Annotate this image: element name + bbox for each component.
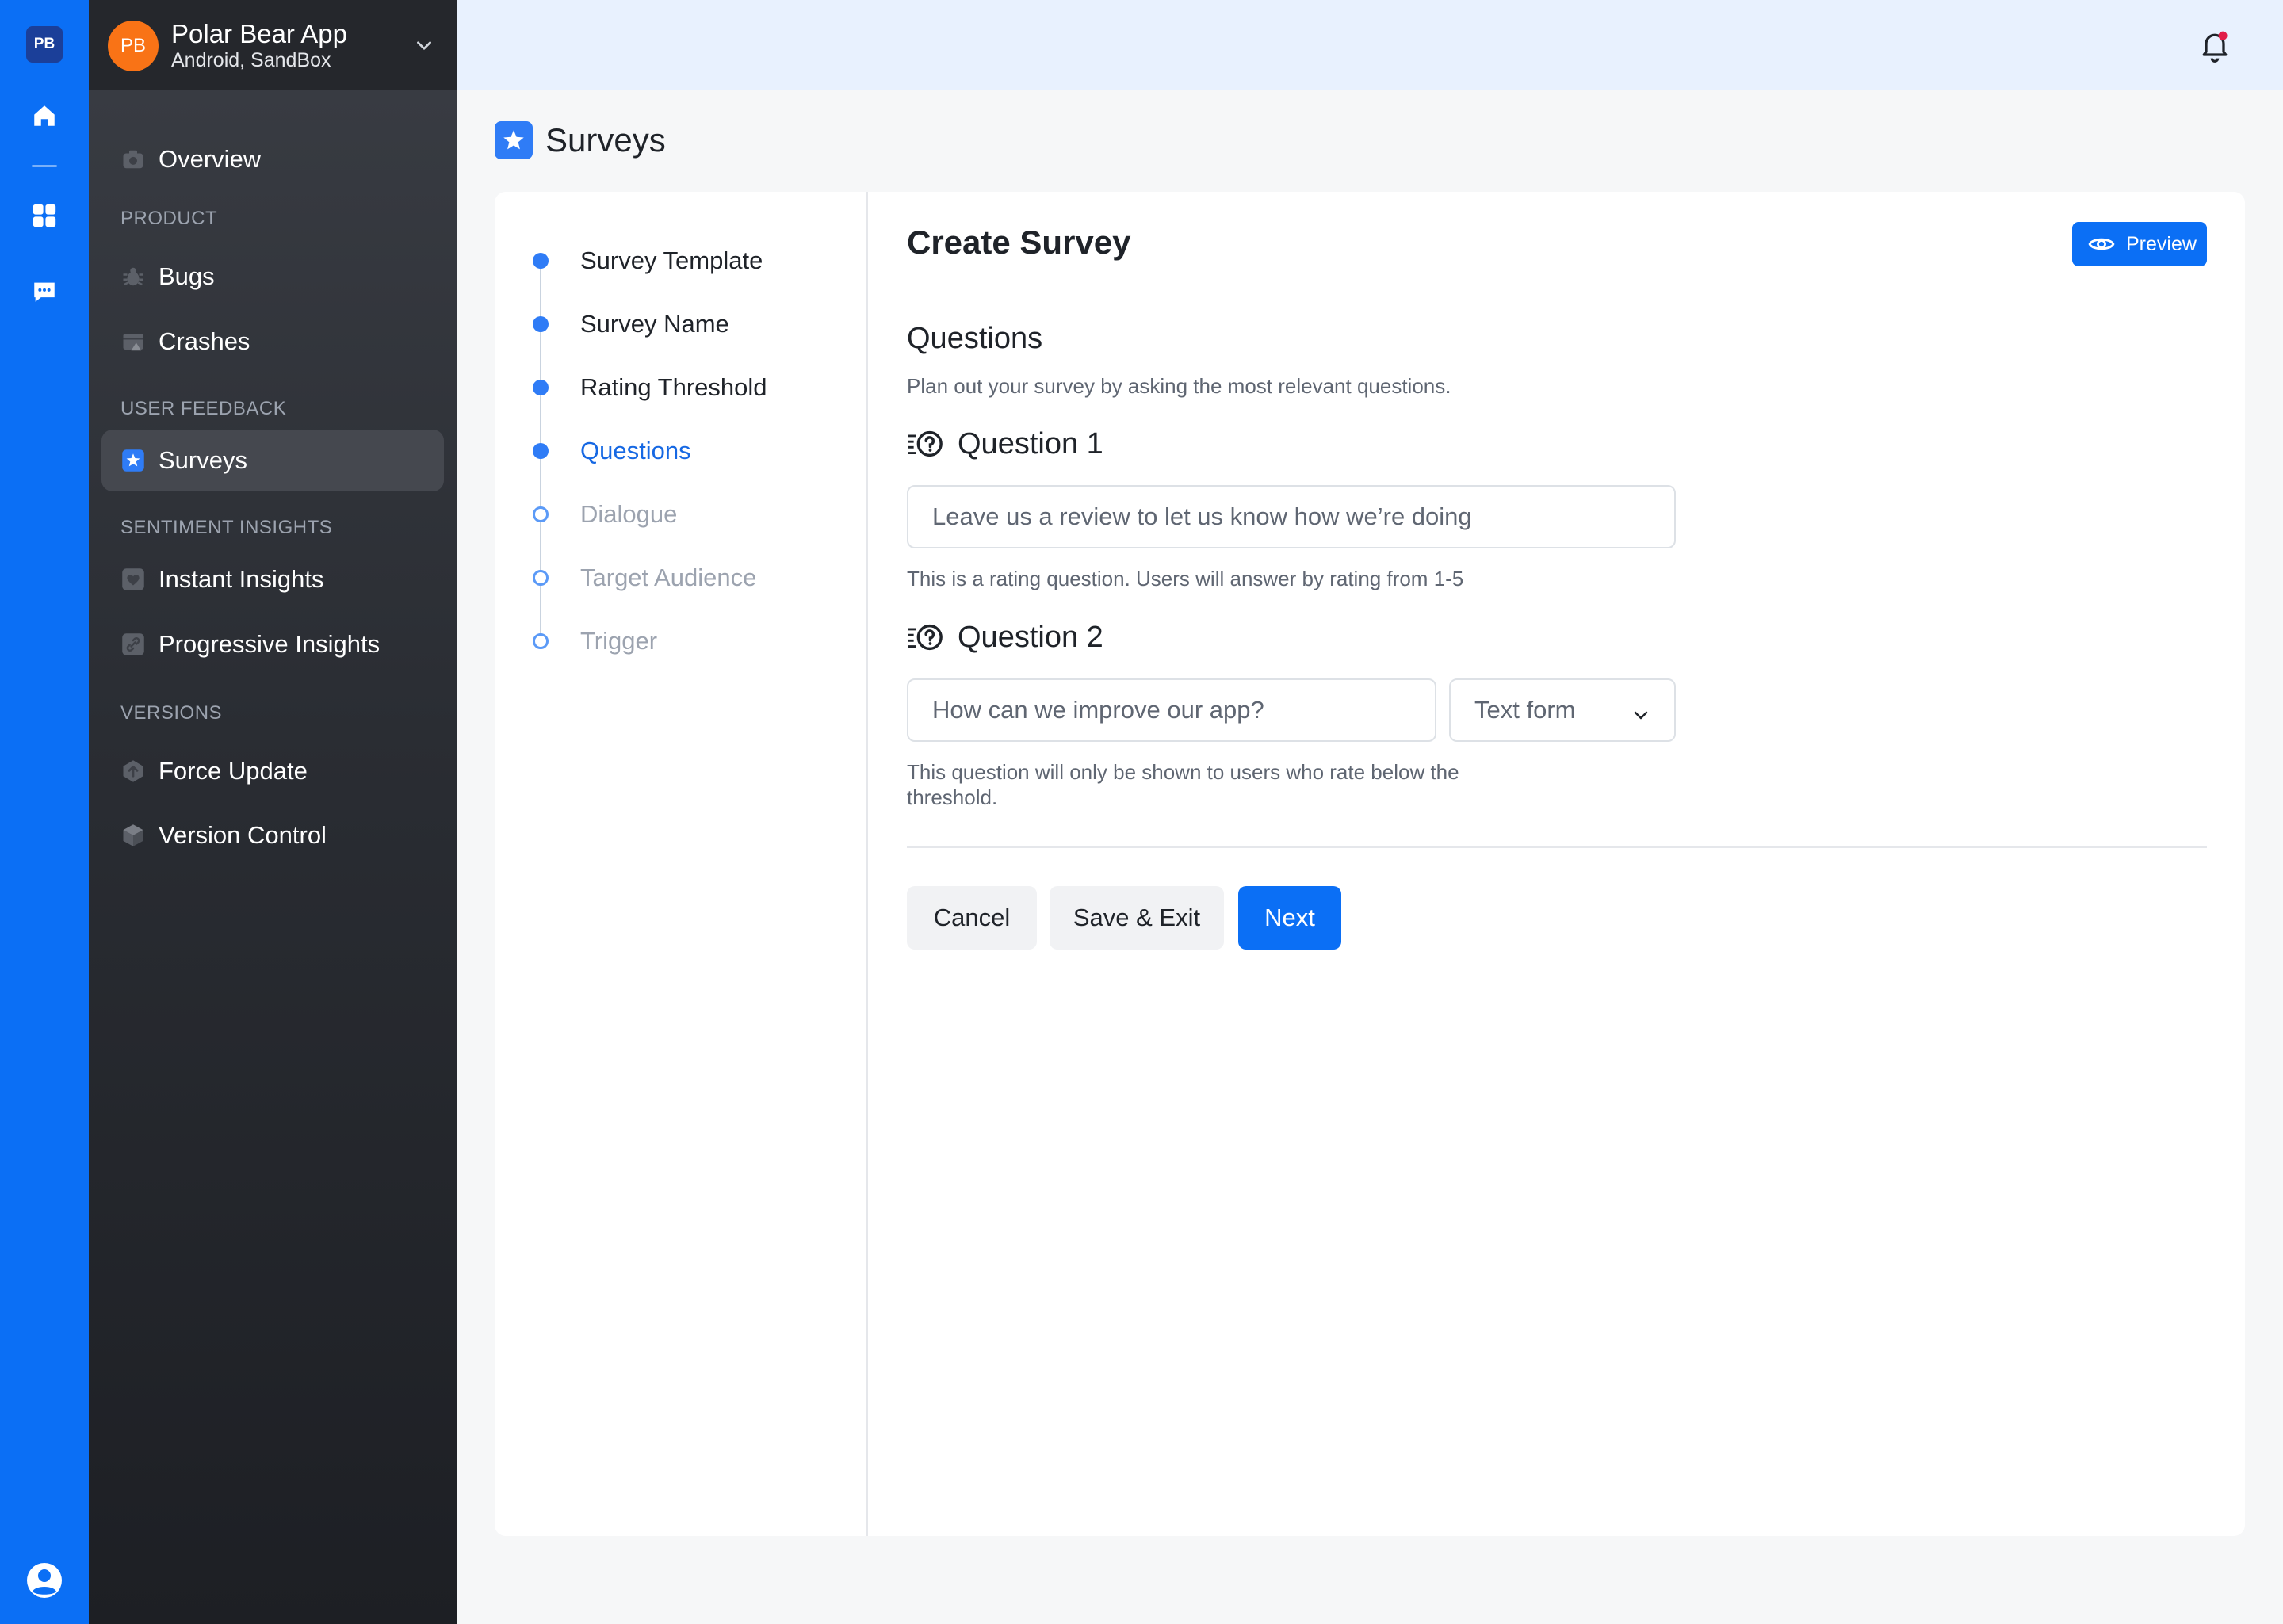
sidebar-item-instant-insights[interactable]: Instant Insights [101, 548, 444, 610]
preview-button[interactable]: Preview [2072, 222, 2207, 266]
question-1-title: Question 1 [958, 426, 1103, 460]
step-dot [533, 633, 549, 649]
step-label: Target Audience [580, 564, 757, 591]
question-2-type-select[interactable]: Text form [1449, 678, 1676, 742]
question-2-hint: This question will only be shown to user… [907, 759, 1459, 810]
box-icon [120, 823, 146, 848]
step-dot [533, 570, 549, 586]
sidebar-item-overview[interactable]: Overview [101, 128, 444, 190]
form-divider [907, 846, 2207, 848]
step-label: Trigger [580, 627, 658, 655]
sidebar-item-label: Progressive Insights [159, 630, 380, 658]
survey-builder-card: Survey Template Survey Name Rating Thres… [495, 192, 2245, 1536]
form-title: Create Survey [907, 224, 1131, 261]
page-title: Surveys [545, 121, 666, 159]
sidebar-item-label: Version Control [159, 821, 327, 849]
upload-icon [120, 759, 146, 784]
sidebar-item-label: Crashes [159, 327, 250, 355]
chevron-down-icon [1631, 702, 1650, 731]
sidebar-item-progressive-insights[interactable]: Progressive Insights [101, 613, 444, 675]
camera-icon [120, 147, 146, 172]
question-1-input[interactable]: Leave us a review to let us know how we’… [907, 485, 1676, 548]
cancel-button[interactable]: Cancel [907, 886, 1037, 950]
crash-icon [120, 329, 146, 354]
sidebar-item-label: Surveys [159, 446, 247, 474]
step-label: Dialogue [580, 500, 678, 528]
question-2-title: Question 2 [958, 620, 1103, 654]
next-button[interactable]: Next [1238, 886, 1341, 950]
nav-section-product: PRODUCT [120, 208, 218, 229]
sidebar-item-crashes[interactable]: Crashes [101, 311, 444, 373]
app-name: Polar Bear App [171, 19, 347, 48]
question-2-header: Question 2 [907, 618, 1103, 656]
save-exit-button[interactable]: Save & Exit [1050, 886, 1224, 950]
sidebar-item-version-control[interactable]: Version Control [101, 804, 444, 866]
app-switcher[interactable]: PB Polar Bear App Android, SandBox [89, 0, 457, 90]
question-list-icon [907, 428, 945, 460]
rail-divider [32, 165, 57, 167]
section-title: Questions [907, 322, 1043, 355]
icon-rail: PB [0, 0, 89, 1624]
workspace-logo[interactable]: PB [26, 26, 63, 63]
home-icon[interactable] [27, 98, 62, 133]
sidebar-item-surveys[interactable]: Surveys [101, 430, 444, 491]
nav-section-sentiment-insights: SENTIMENT INSIGHTS [120, 517, 333, 538]
stepper: Survey Template Survey Name Rating Thres… [495, 192, 868, 1536]
eye-icon [2088, 231, 2115, 258]
grid-icon[interactable] [27, 198, 62, 233]
chat-icon[interactable] [27, 274, 62, 309]
question-list-icon [907, 621, 945, 653]
top-bar [457, 0, 2283, 90]
heart-icon [120, 567, 146, 592]
question-type-value: Text form [1474, 696, 1576, 724]
nav-section-user-feedback: USER FEEDBACK [120, 398, 287, 419]
nav-section-versions: VERSIONS [120, 702, 223, 724]
sidebar: PB Polar Bear App Android, SandBox Overv… [89, 0, 457, 1624]
step-dot [533, 253, 549, 269]
step-dot [533, 506, 549, 522]
question-2-hint-line: This question will only be shown to user… [907, 760, 1459, 784]
sidebar-item-force-update[interactable]: Force Update [101, 740, 444, 802]
question-2-hint-line: threshold. [907, 785, 998, 809]
surveys-star-icon [495, 121, 533, 159]
step-label: Survey Name [580, 310, 729, 338]
step-dot [533, 380, 549, 395]
sidebar-item-label: Instant Insights [159, 565, 324, 593]
app-platform: Android, SandBox [171, 49, 331, 71]
app-avatar: PB [108, 21, 159, 71]
question-2-input[interactable]: How can we improve our app? [907, 678, 1436, 742]
step-label: Rating Threshold [580, 373, 767, 401]
step-label: Questions [580, 437, 691, 464]
question-1-header: Question 1 [907, 425, 1103, 463]
sidebar-item-label: Bugs [159, 262, 215, 290]
form-content: Create Survey Preview Questions Plan out… [907, 192, 2245, 1536]
question-1-hint: This is a rating question. Users will an… [907, 567, 1464, 590]
chevron-down-icon[interactable] [414, 35, 434, 59]
bug-icon [120, 264, 146, 289]
star-icon [120, 448, 146, 473]
link-icon [120, 632, 146, 657]
notification-bell-icon[interactable] [2197, 29, 2232, 63]
step-dot [533, 316, 549, 332]
sidebar-item-label: Overview [159, 145, 262, 173]
step-dot [533, 443, 549, 459]
user-icon[interactable] [25, 1561, 63, 1599]
sidebar-item-bugs[interactable]: Bugs [101, 246, 444, 308]
sidebar-item-label: Force Update [159, 757, 308, 785]
step-label: Survey Template [580, 246, 763, 274]
preview-label: Preview [2126, 232, 2197, 255]
section-description: Plan out your survey by asking the most … [907, 374, 1451, 398]
